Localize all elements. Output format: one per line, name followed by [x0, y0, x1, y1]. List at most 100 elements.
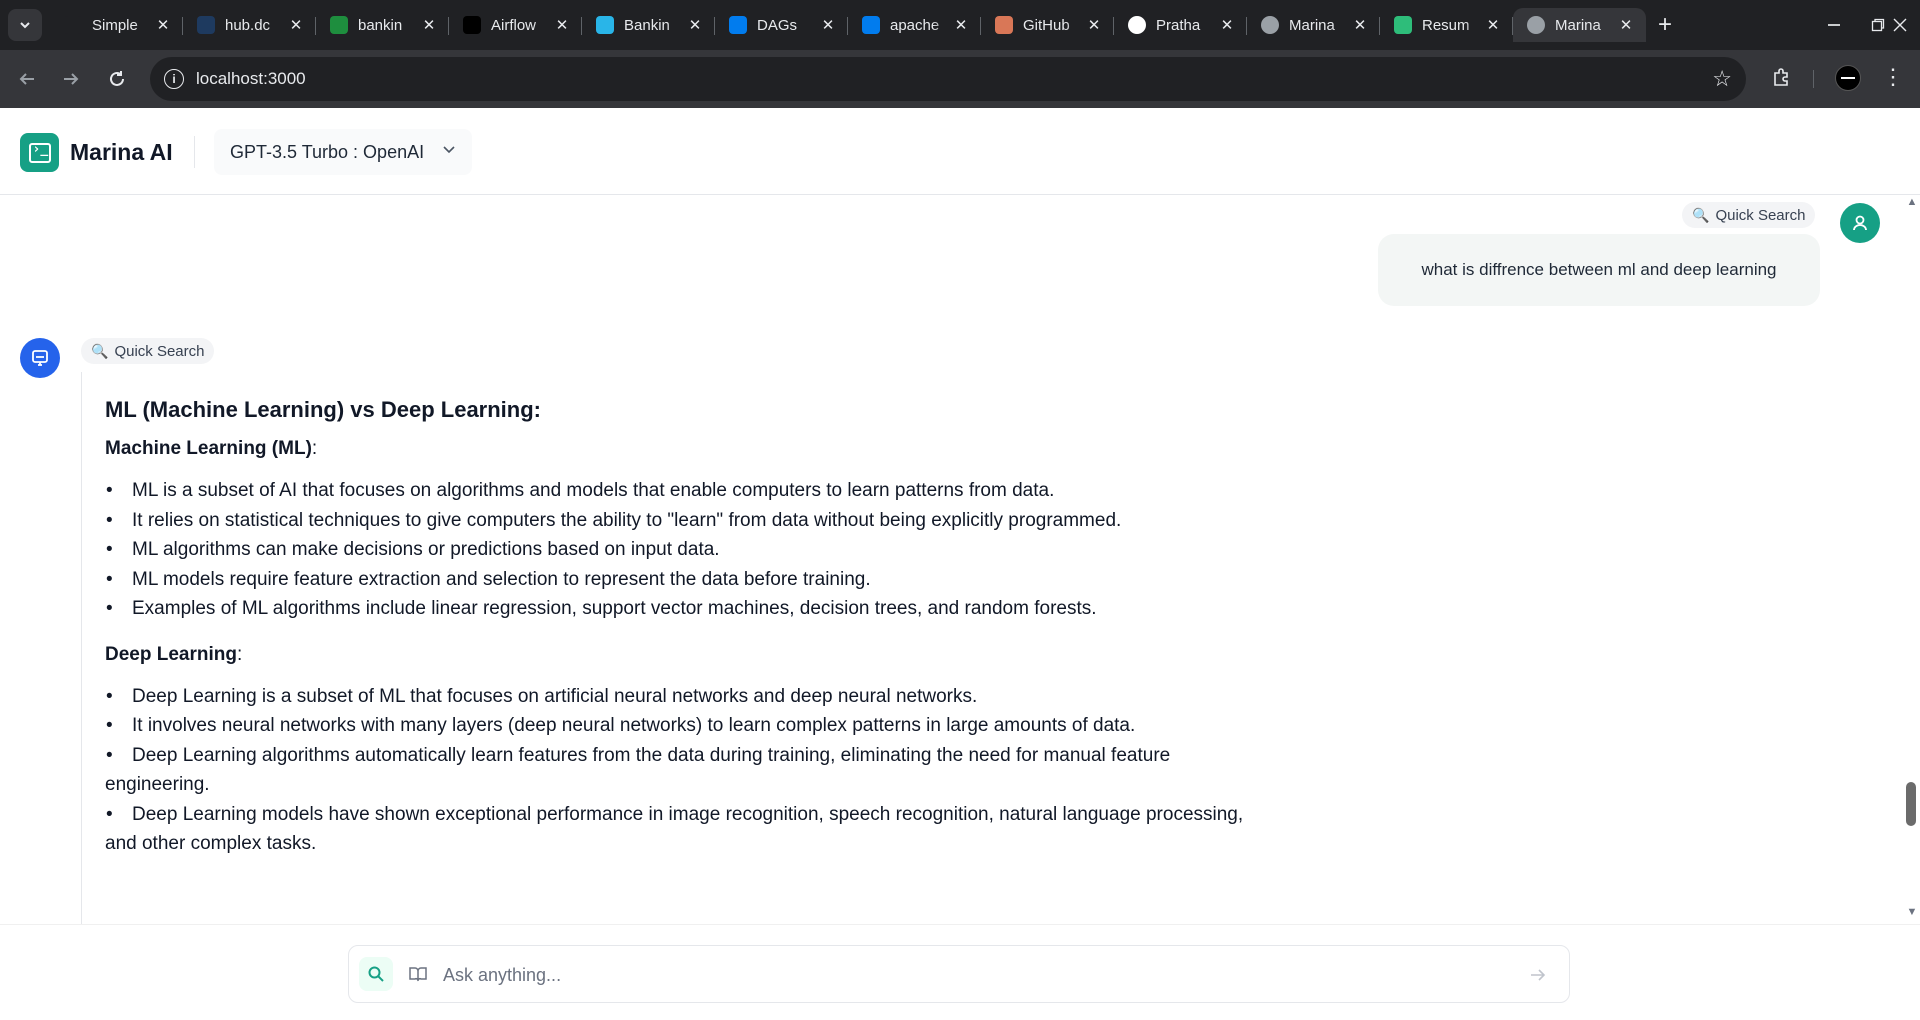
browser-tab-title: Marina: [1555, 16, 1601, 34]
reload-button[interactable]: [102, 64, 132, 94]
close-icon[interactable]: ✕: [1483, 15, 1503, 35]
browser-tab[interactable]: Marina ✕: [1247, 8, 1380, 42]
browser-tab-title: Resum: [1422, 16, 1470, 34]
tab-search-button[interactable]: [8, 9, 42, 41]
new-tab-button[interactable]: +: [1652, 12, 1678, 38]
app-name: Marina AI: [70, 139, 173, 165]
header-divider: [194, 136, 195, 168]
app-header: Marina AI GPT-3.5 Turbo : OpenAI: [0, 108, 1920, 195]
chat-thread[interactable]: 🔍 Quick Search what is diffrence between…: [0, 196, 1904, 924]
arrow-left-icon: [19, 73, 34, 85]
assistant-answer: ML (Machine Learning) vs Deep Learning: …: [105, 396, 1275, 877]
close-icon[interactable]: ✕: [552, 15, 572, 35]
github-icon: [1128, 16, 1146, 34]
browser-tab[interactable]: Marina ✕: [1513, 8, 1646, 42]
browser-tab-title: Marina: [1289, 16, 1335, 34]
list-item: ML algorithms can make decisions or pred…: [105, 535, 1275, 565]
list-item: Examples of ML algorithms include linear…: [105, 594, 1275, 624]
close-icon[interactable]: ✕: [1350, 15, 1370, 35]
app-logo: [20, 133, 59, 172]
close-icon: [1893, 18, 1907, 32]
search-mode-button[interactable]: [359, 957, 393, 991]
user-quick-search-badge: 🔍 Quick Search: [1682, 202, 1816, 228]
library-mode-button[interactable]: [401, 957, 435, 991]
browser-tab[interactable]: Pratha ✕: [1114, 8, 1247, 42]
browser-tab[interactable]: hub.dc ✕: [183, 8, 316, 42]
ask-input[interactable]: [443, 960, 1503, 990]
sheet-icon: [330, 16, 348, 34]
close-icon[interactable]: ✕: [1217, 15, 1237, 35]
close-icon[interactable]: ✕: [153, 15, 173, 35]
tab-strip: Simple ✕ hub.dc ✕ bankin ✕ Airflow ✕ Bankin ✕ DAGs…: [50, 8, 1646, 42]
globe-icon: [1261, 16, 1279, 34]
send-button[interactable]: [1525, 962, 1551, 988]
airflow-icon: [862, 16, 880, 34]
magnifier-icon: 🔍: [1692, 206, 1710, 223]
assistant-avatar: [20, 338, 60, 378]
section-title-ml: Machine Learning (ML):: [105, 438, 318, 459]
close-icon[interactable]: ✕: [818, 15, 838, 35]
user-badge-label: Quick Search: [1715, 206, 1806, 224]
scroll-up-arrow-icon[interactable]: ▲: [1904, 196, 1920, 212]
browser-tab[interactable]: GitHub ✕: [981, 8, 1114, 42]
back-button[interactable]: [12, 64, 42, 94]
browser-menu-icon[interactable]: ⋮: [1882, 64, 1904, 90]
assistant-message-rule: [81, 372, 82, 924]
close-icon[interactable]: ✕: [951, 15, 971, 35]
assistant-quick-search-badge: 🔍 Quick Search: [81, 338, 215, 364]
ml-bullet-list: ML is a subset of AI that focuses on alg…: [105, 476, 1275, 624]
browser-tab[interactable]: Airflow ✕: [449, 8, 582, 42]
browser-tab[interactable]: Resum ✕: [1380, 8, 1513, 42]
airflow-icon: [729, 16, 747, 34]
close-icon[interactable]: ✕: [685, 15, 705, 35]
bookmark-star-icon[interactable]: ☆: [1712, 66, 1732, 92]
address-url[interactable]: localhost:3000: [196, 69, 306, 89]
browser-tab-title: apache: [890, 16, 940, 34]
section-title-ml-text: Machine Learning (ML): [105, 438, 312, 459]
model-selector[interactable]: GPT-3.5 Turbo : OpenAI: [214, 129, 472, 175]
browser-tab[interactable]: Simple ✕: [50, 8, 183, 42]
close-icon[interactable]: ✕: [1084, 15, 1104, 35]
browser-tab-title: Pratha: [1156, 16, 1201, 34]
close-icon[interactable]: ✕: [419, 15, 439, 35]
list-item: ML is a subset of AI that focuses on alg…: [105, 476, 1275, 506]
profile-avatar[interactable]: [1835, 65, 1861, 91]
resume-icon: [1394, 16, 1412, 34]
window-minimize-button[interactable]: [1814, 10, 1854, 40]
medium-icon: [463, 16, 481, 34]
openai-icon: [64, 16, 82, 34]
browser-tab[interactable]: bankin ✕: [316, 8, 449, 42]
close-icon[interactable]: ✕: [286, 15, 306, 35]
window-close-button[interactable]: [1880, 10, 1920, 40]
browser-tab[interactable]: DAGs ✕: [715, 8, 848, 42]
list-item: ML models require feature extraction and…: [105, 565, 1275, 595]
composer-area: [0, 924, 1920, 1020]
scrollbar-thumb[interactable]: [1906, 782, 1916, 826]
browser-tab-bar: Simple ✕ hub.dc ✕ bankin ✕ Airflow ✕ Bankin ✕ DAGs…: [0, 0, 1920, 50]
terminal-icon: [28, 142, 51, 163]
forward-button[interactable]: [56, 64, 86, 94]
chevron-down-icon: [442, 142, 456, 159]
user-message: what is diffrence between ml and deep le…: [1378, 234, 1820, 306]
hub-icon: [197, 16, 215, 34]
extensions-icon[interactable]: [1768, 64, 1794, 90]
scroll-down-arrow-icon[interactable]: ▼: [1904, 906, 1920, 922]
book-open-icon: [409, 967, 427, 982]
browser-toolbar: i localhost:3000 ☆ ⋮: [0, 50, 1920, 108]
assistant-badge-label: Quick Search: [114, 342, 205, 360]
magnifier-icon: 🔍: [91, 342, 109, 359]
list-item: Deep Learning is a subset of ML that foc…: [105, 682, 1275, 712]
browser-tab-title: GitHub: [1023, 16, 1070, 34]
reload-icon: [110, 71, 124, 86]
site-info-icon[interactable]: i: [164, 69, 184, 89]
monitor-icon: [32, 350, 48, 366]
dl-bullet-list: Deep Learning is a subset of ML that foc…: [105, 682, 1275, 859]
close-icon[interactable]: ✕: [1616, 15, 1636, 35]
toolbar-divider: [1813, 70, 1814, 88]
browser-tab-title: Simple: [92, 16, 138, 34]
search-icon: [368, 966, 384, 982]
address-bar[interactable]: i localhost:3000 ☆: [150, 57, 1746, 101]
minimize-icon: [1828, 24, 1840, 26]
browser-tab[interactable]: Bankin ✕: [582, 8, 715, 42]
browser-tab[interactable]: apache ✕: [848, 8, 981, 42]
